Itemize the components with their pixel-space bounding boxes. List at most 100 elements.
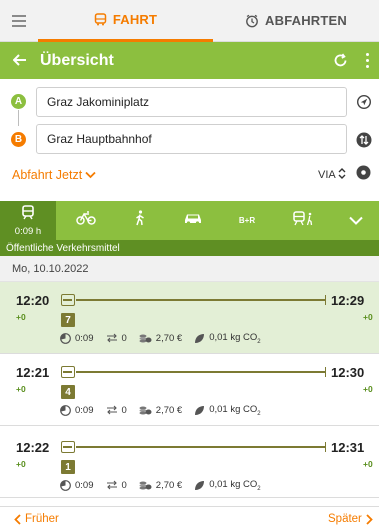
via-label: VIA (318, 169, 336, 181)
up-down-chevron-icon (338, 168, 346, 182)
search-options: Abfahrt Jetzt VIA (0, 160, 379, 190)
price-value: 2,70 € (155, 404, 183, 416)
destination-badge: B (11, 132, 26, 147)
transfer-icon (106, 334, 117, 343)
trip-stats: 0:09 0 2,70 € 0,01 kg CO2 (60, 404, 261, 417)
origin-field[interactable]: Graz Jakominiplatz (36, 87, 347, 117)
transfers-stat: 0 (106, 480, 127, 491)
timeline-end (325, 442, 326, 452)
arrival-time: 12:30 (331, 365, 365, 380)
transfers-value: 0 (121, 332, 127, 344)
tram-icon (61, 294, 75, 306)
duration-icon (60, 333, 71, 344)
trip-result[interactable]: 12:20 +0 12:29 +0 7 0:09 0 2,70 € 0,01 k… (0, 282, 379, 354)
chevron-left-icon (14, 513, 21, 525)
locate-icon[interactable] (355, 93, 373, 111)
timeline-end (325, 295, 326, 305)
departure-time: 12:21 (16, 365, 50, 380)
arrival-time: 12:31 (331, 440, 365, 455)
mode-bike-and-ride[interactable]: B+R (232, 201, 262, 240)
timeline-end (325, 367, 326, 377)
origin-badge: A (11, 94, 26, 109)
mode-duration: 0:09 h (14, 225, 42, 237)
coins-icon (139, 334, 152, 343)
chevron-down-icon (85, 168, 96, 182)
mode-bike[interactable] (71, 201, 101, 240)
transfer-icon (106, 406, 117, 415)
top-tab-bar: FAHRT ABFAHRTEN (0, 0, 379, 42)
trip-result[interactable]: 12:22 +0 12:31 +0 1 0:09 0 2,70 € 0,01 k… (0, 426, 379, 498)
expand-modes-chevron-icon[interactable] (341, 201, 371, 240)
line-number-badge: 1 (61, 460, 75, 474)
to-row: B Graz Hauptbahnhof (0, 123, 379, 155)
mode-train-walk[interactable] (289, 201, 319, 240)
walking-icon (134, 210, 146, 231)
transfer-icon (106, 481, 117, 490)
later-label: Später (328, 513, 362, 525)
page-header: Übersicht (0, 42, 379, 79)
mode-car[interactable] (178, 201, 208, 240)
leaf-icon (195, 405, 205, 415)
departure-time-selector[interactable]: Abfahrt Jetzt (12, 168, 96, 182)
co2-stat: 0,01 kg CO2 (194, 479, 261, 492)
duration-value: 0:09 (75, 404, 94, 416)
settings-gear-icon[interactable] (356, 165, 371, 185)
transfers-stat: 0 (106, 333, 127, 344)
tram-icon (61, 441, 75, 453)
coins-icon (139, 406, 152, 415)
trip-stats: 0:09 0 2,70 € 0,01 kg CO2 (60, 332, 261, 345)
duration-icon (60, 405, 71, 416)
destination-field[interactable]: Graz Hauptbahnhof (36, 124, 347, 154)
earlier-button[interactable]: Früher (14, 513, 59, 525)
back-arrow-icon[interactable] (0, 50, 40, 71)
refresh-icon[interactable] (325, 53, 355, 68)
swap-icon[interactable] (355, 131, 373, 149)
train-icon (21, 204, 35, 225)
transfers-value: 0 (121, 479, 127, 491)
mode-public-transport[interactable]: 0:09 h (0, 201, 56, 240)
active-mode-label: Öffentliche Verkehrsmittel (0, 240, 379, 256)
departure-time: 12:22 (16, 440, 50, 455)
price-stat: 2,70 € (139, 405, 182, 416)
trip-timeline (76, 299, 326, 301)
co2-value: 0,01 kg CO2 (209, 404, 261, 417)
later-button[interactable]: Später (328, 513, 373, 525)
earlier-label: Früher (25, 513, 59, 525)
co2-value: 0,01 kg CO2 (209, 332, 261, 345)
price-value: 2,70 € (155, 479, 183, 491)
mode-walk[interactable] (127, 201, 153, 240)
arrival-delay: +0 (363, 384, 373, 394)
transfers-value: 0 (121, 404, 127, 416)
trip-timeline (76, 446, 326, 448)
co2-stat: 0,01 kg CO2 (194, 332, 261, 345)
departure-delay: +0 (16, 384, 26, 394)
tab-fahrt[interactable]: FAHRT (38, 0, 213, 42)
departure-time-label: Abfahrt Jetzt (12, 168, 83, 182)
co2-value: 0,01 kg CO2 (209, 479, 261, 492)
via-selector[interactable]: VIA (318, 168, 346, 182)
more-options-icon[interactable] (355, 53, 379, 68)
departure-delay: +0 (16, 312, 26, 322)
bus-icon (94, 12, 107, 26)
arrival-delay: +0 (363, 459, 373, 469)
leaf-icon (195, 333, 205, 343)
duration-value: 0:09 (75, 479, 94, 491)
trip-result[interactable]: 12:21 +0 12:30 +0 4 0:09 0 2,70 € 0,01 k… (0, 354, 379, 426)
line-number-badge: 4 (61, 385, 75, 399)
tab-fahrt-label: FAHRT (112, 11, 158, 27)
from-row: A Graz Jakominiplatz (0, 86, 379, 118)
hamburger-menu-icon[interactable] (0, 0, 38, 42)
line-number-badge: 7 (61, 313, 75, 327)
trip-timeline (76, 371, 326, 373)
clock-icon (245, 14, 259, 28)
pagination-footer: Früher Später (0, 506, 379, 531)
tab-abfahrten[interactable]: ABFAHRTEN (213, 0, 379, 42)
price-stat: 2,70 € (139, 480, 182, 491)
transport-mode-bar: 0:09 h B+R (0, 201, 379, 240)
page-title: Übersicht (40, 51, 114, 69)
chevron-right-icon (366, 513, 373, 525)
co2-stat: 0,01 kg CO2 (194, 404, 261, 417)
car-icon (183, 212, 203, 230)
tram-icon (61, 366, 75, 378)
bicycle-icon (76, 211, 96, 230)
